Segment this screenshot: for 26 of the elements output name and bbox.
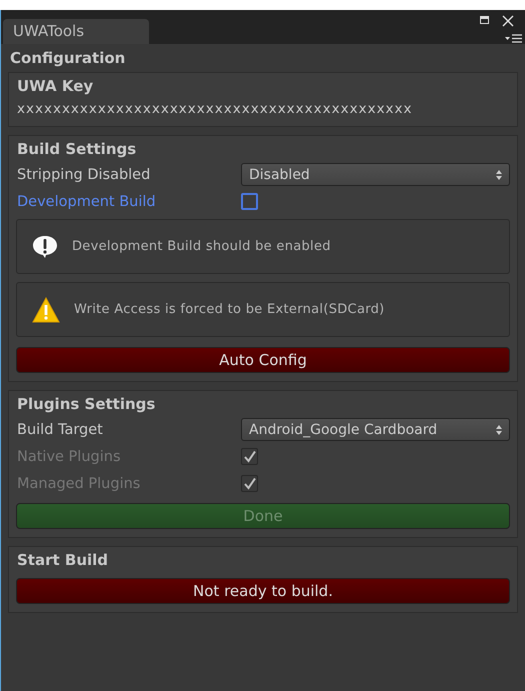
field-label: Managed Plugins (17, 476, 142, 492)
panel-title: Configuration (9, 48, 126, 69)
updown-arrow-icon (496, 170, 502, 180)
close-icon[interactable] (502, 15, 514, 27)
field-label: Native Plugins (17, 448, 122, 464)
key-text: xxxxxxxxxxxxxxxxxxxxxxxxxxxxxxxxxxxxxxxxxxxx (17, 100, 414, 119)
section-title: UWA Key (17, 76, 94, 97)
field-label: Build Target (17, 422, 104, 438)
message-text: Write Access is forced to be External(SDCard) (74, 302, 385, 317)
action-button[interactable]: Not ready to build. (16, 578, 510, 604)
maximize-icon[interactable] (480, 16, 489, 24)
message-text: Development Build should be enabled (72, 239, 331, 254)
updown-arrow-icon (496, 424, 502, 434)
dropdown[interactable]: Android_Google Cardboard (241, 418, 510, 441)
action-button[interactable]: Auto Config (16, 347, 510, 373)
info-icon (32, 234, 58, 258)
section-title: Start Build (17, 550, 110, 571)
dropdown[interactable]: Disabled (241, 163, 510, 186)
field-label: Development Build (17, 194, 157, 210)
checkbox[interactable] (241, 193, 258, 210)
field-label: Stripping Disabled (17, 166, 152, 182)
menu-icon[interactable] (505, 34, 523, 43)
section-title: Build Settings (17, 139, 138, 160)
window-tab[interactable]: UWATools (3, 19, 149, 44)
warning-icon (32, 296, 60, 322)
section-title: Plugins Settings (17, 394, 156, 415)
